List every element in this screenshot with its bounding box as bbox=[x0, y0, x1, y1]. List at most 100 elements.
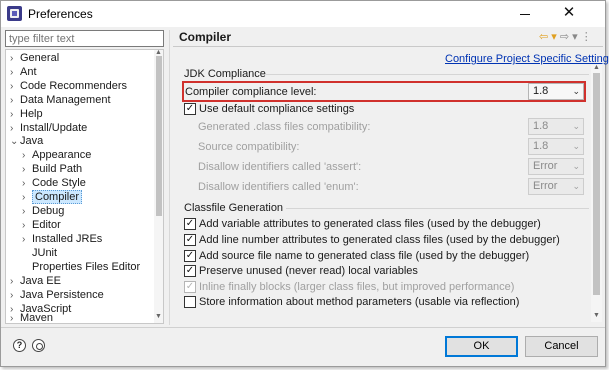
pane-divider[interactable] bbox=[169, 30, 170, 325]
tree-scrollbar-thumb[interactable] bbox=[156, 56, 162, 216]
tree-item-maven[interactable]: › Maven bbox=[10, 311, 53, 323]
content-scrollbar[interactable]: ▲ ▼ bbox=[591, 64, 602, 322]
chevron-right-icon[interactable]: › bbox=[10, 80, 20, 94]
disallow-assert-value: Error bbox=[533, 160, 558, 172]
tree-item-label: Java EE bbox=[20, 275, 61, 287]
disallow-assert-select: Error ⌄ bbox=[528, 158, 584, 175]
scroll-down-icon[interactable]: ▼ bbox=[155, 313, 162, 320]
minimize-button[interactable] bbox=[505, 1, 545, 25]
preserve-unused-variables-label: Preserve unused (never read) local varia… bbox=[199, 265, 418, 277]
chevron-right-icon[interactable]: › bbox=[22, 163, 32, 177]
tree-item-label: Install/Update bbox=[20, 122, 88, 134]
chevron-right-icon[interactable]: › bbox=[10, 289, 20, 303]
chevron-down-icon: ⌄ bbox=[572, 181, 580, 191]
page-navigation: ⇦ ▾ ⇨ ▾ ⋮ bbox=[539, 30, 592, 43]
chevron-right-icon[interactable]: › bbox=[10, 312, 20, 323]
tree-item-debug[interactable]: › Debug bbox=[22, 204, 64, 218]
filter-input[interactable] bbox=[5, 30, 164, 47]
import-export-icon[interactable] bbox=[32, 339, 45, 352]
chevron-right-icon[interactable]: › bbox=[22, 219, 32, 233]
chevron-right-icon[interactable]: › bbox=[22, 149, 32, 163]
jdk-compliance-group-line bbox=[266, 74, 589, 75]
tree-item-java-ee[interactable]: › Java EE bbox=[10, 274, 61, 288]
use-default-compliance-checkbox[interactable]: ✓ bbox=[184, 103, 196, 115]
chevron-down-icon: ⌄ bbox=[572, 121, 580, 131]
tree-item-code-recommenders[interactable]: › Code Recommenders bbox=[10, 79, 127, 93]
tree-scrollbar[interactable]: ▲ ▼ bbox=[154, 50, 163, 323]
ok-button[interactable]: OK bbox=[445, 336, 518, 357]
tree-item-java[interactable]: ⌄ Java bbox=[10, 134, 43, 148]
configure-project-settings-link[interactable]: Configure Project Specific Settings... bbox=[445, 53, 609, 65]
tree-item-editor[interactable]: › Editor bbox=[22, 218, 61, 232]
use-default-compliance-label: Use default compliance settings bbox=[199, 103, 355, 115]
compliance-highlight-box bbox=[182, 81, 586, 102]
tree-item-label: Help bbox=[20, 108, 43, 120]
disallow-enum-value: Error bbox=[533, 180, 558, 192]
generated-class-compat-label: Generated .class files compatibility: bbox=[198, 121, 371, 133]
source-file-name-checkbox[interactable]: ✓ bbox=[184, 250, 196, 262]
view-menu-icon[interactable]: ⋮ bbox=[581, 31, 592, 43]
variable-attributes-checkbox[interactable]: ✓ bbox=[184, 218, 196, 230]
tree-item-installed-jres[interactable]: › Installed JREs bbox=[22, 232, 102, 246]
chevron-right-icon[interactable]: › bbox=[10, 94, 20, 108]
tree-item-label: Appearance bbox=[32, 149, 92, 161]
preserve-unused-variables-checkbox[interactable]: ✓ bbox=[184, 265, 196, 277]
tree-item-ant[interactable]: › Ant bbox=[10, 65, 37, 79]
close-button[interactable]: ✕ bbox=[549, 1, 589, 25]
chevron-right-icon[interactable]: › bbox=[10, 108, 20, 122]
tree-item-appearance[interactable]: › Appearance bbox=[22, 148, 91, 162]
forward-arrow-icon[interactable]: ⇨ ▾ bbox=[560, 31, 578, 43]
jdk-compliance-group-label: JDK Compliance bbox=[184, 68, 266, 80]
scroll-up-icon[interactable]: ▲ bbox=[155, 50, 162, 56]
tree-item-compiler[interactable]: › Compiler bbox=[22, 190, 83, 205]
tree-item-code-style[interactable]: › Code Style bbox=[22, 176, 86, 190]
tree-item-label: Java Persistence bbox=[20, 289, 104, 301]
button-bar-divider bbox=[1, 327, 605, 328]
classfile-group-line bbox=[286, 208, 589, 209]
cancel-button[interactable]: Cancel bbox=[525, 336, 598, 357]
header-divider bbox=[173, 46, 603, 47]
tree-item-general[interactable]: › General bbox=[10, 51, 59, 65]
tree-item-help[interactable]: › Help bbox=[10, 107, 43, 121]
inline-finally-label: Inline finally blocks (larger class file… bbox=[199, 281, 515, 293]
tree-item-install-update[interactable]: › Install/Update bbox=[10, 121, 87, 135]
chevron-down-icon: ⌄ bbox=[572, 161, 580, 171]
help-icon[interactable]: ? bbox=[13, 339, 26, 352]
tree-item-label: General bbox=[20, 52, 60, 64]
tree-item-properties-files-editor[interactable]: Properties Files Editor bbox=[22, 260, 140, 274]
preferences-tree: › General › Ant › Code Recommenders › Data M… bbox=[5, 49, 164, 324]
chevron-down-icon: ⌄ bbox=[572, 141, 580, 151]
scroll-down-icon[interactable]: ▼ bbox=[593, 312, 600, 319]
generated-class-compat-value: 1.8 bbox=[533, 120, 549, 132]
tree-item-label: Installed JREs bbox=[32, 233, 103, 245]
tree-item-label: JUnit bbox=[32, 247, 58, 259]
store-method-parameters-checkbox[interactable] bbox=[184, 296, 196, 308]
chevron-right-icon[interactable]: › bbox=[10, 275, 20, 289]
chevron-right-icon[interactable]: › bbox=[10, 52, 20, 66]
tree-item-label: Code Recommenders bbox=[20, 80, 127, 92]
line-number-attributes-checkbox[interactable]: ✓ bbox=[184, 234, 196, 246]
tree-item-label: Editor bbox=[32, 219, 61, 231]
tree-item-label: Code Style bbox=[32, 177, 86, 189]
tree-item-data-management[interactable]: › Data Management bbox=[10, 93, 111, 107]
disallow-enum-select: Error ⌄ bbox=[528, 178, 584, 195]
disallow-assert-label: Disallow identifiers called 'assert': bbox=[198, 161, 362, 173]
tree-item-label: Data Management bbox=[20, 94, 111, 106]
tree-item-build-path[interactable]: › Build Path bbox=[22, 162, 82, 176]
back-arrow-icon[interactable]: ⇦ ▾ bbox=[539, 31, 557, 43]
chevron-right-icon[interactable]: › bbox=[22, 205, 32, 219]
scroll-up-icon[interactable]: ▲ bbox=[593, 64, 600, 71]
chevron-right-icon[interactable]: › bbox=[22, 191, 32, 205]
tree-item-java-persistence[interactable]: › Java Persistence bbox=[10, 288, 104, 302]
source-compat-value: 1.8 bbox=[533, 140, 549, 152]
tree-item-label: Properties Files Editor bbox=[32, 261, 141, 273]
content-scrollbar-thumb[interactable] bbox=[593, 73, 600, 295]
chevron-right-icon[interactable]: › bbox=[22, 233, 32, 247]
chevron-right-icon[interactable]: › bbox=[22, 177, 32, 191]
chevron-down-icon[interactable]: ⌄ bbox=[10, 135, 20, 149]
source-compat-select: 1.8 ⌄ bbox=[528, 138, 584, 155]
tree-item-label: Build Path bbox=[32, 163, 83, 175]
chevron-right-icon[interactable]: › bbox=[10, 66, 20, 80]
preferences-app-icon bbox=[7, 6, 22, 21]
tree-item-junit[interactable]: JUnit bbox=[22, 246, 57, 260]
